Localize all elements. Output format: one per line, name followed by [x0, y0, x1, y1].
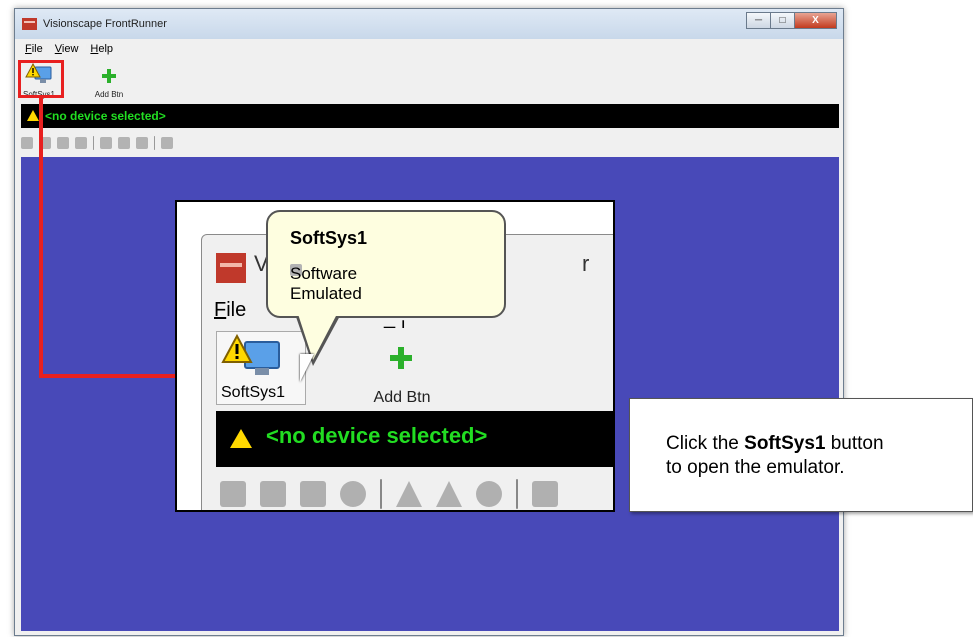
- tooltip: SoftSys1 Software Emulated: [266, 210, 506, 318]
- plus-icon: [390, 347, 412, 369]
- chip-icon[interactable]: [75, 137, 87, 149]
- minimize-button[interactable]: ─: [746, 12, 771, 29]
- zoom-title-fragment-right: r: [582, 251, 590, 276]
- chip-icon[interactable]: [340, 481, 366, 507]
- properties-icon[interactable]: [532, 481, 558, 507]
- mouse-cursor-icon: [300, 354, 314, 382]
- new-icon[interactable]: [220, 481, 246, 507]
- instruction-callout: Click the SoftSys1 button to open the em…: [629, 398, 973, 512]
- zoom-softsys1-label: SoftSys1: [221, 384, 286, 401]
- menu-file[interactable]: File: [25, 43, 43, 59]
- instruction-prefix: Click the: [666, 433, 745, 454]
- title-bar: Visionscape FrontRunner ─ □ X: [15, 9, 843, 39]
- instruction-bold: SoftSys1: [744, 433, 826, 454]
- stop-icon[interactable]: [57, 137, 69, 149]
- add-btn-label: Add Btn: [94, 90, 124, 99]
- action-toolbar: [21, 133, 179, 153]
- toolbar-separator: [380, 479, 382, 509]
- warning-monitor-icon: [221, 334, 280, 375]
- toolbar-separator: [93, 136, 94, 150]
- highlight-box: [18, 60, 64, 98]
- arrow-horizontal: [39, 374, 179, 378]
- zoom-add-btn-label: Add Btn: [373, 389, 431, 406]
- zoom-add-btn-button[interactable]: Add Btn: [362, 347, 442, 407]
- upload-icon[interactable]: [100, 137, 112, 149]
- toolbar-separator: [154, 136, 155, 150]
- window-controls: ─ □ X: [746, 12, 837, 29]
- instruction-suffix: button: [825, 433, 884, 454]
- menu-view[interactable]: View: [55, 43, 79, 59]
- device-status-text: <no device selected>: [45, 109, 166, 123]
- octagon-icon[interactable]: [136, 137, 148, 149]
- warning-icon: [230, 429, 252, 448]
- toolbar-separator: [516, 479, 518, 509]
- upload-icon[interactable]: [396, 481, 422, 507]
- instruction-line-2: to open the emulator.: [666, 457, 845, 478]
- device-status-bar: <no device selected>: [21, 104, 839, 128]
- zoom-status-bar: <no device selected>: [216, 411, 613, 467]
- close-button[interactable]: X: [794, 12, 837, 29]
- tooltip-title: SoftSys1: [290, 228, 368, 248]
- plus-icon: [102, 69, 116, 83]
- zoom-action-toolbar: [220, 479, 572, 509]
- maximize-button[interactable]: □: [770, 12, 795, 29]
- zoom-menu-file[interactable]: File: [214, 299, 246, 322]
- menu-bar: File View Help: [15, 43, 117, 59]
- zoom-status-text: <no device selected>: [266, 423, 488, 448]
- download-icon[interactable]: [436, 481, 462, 507]
- open-icon[interactable]: [260, 481, 286, 507]
- device-toolbar: SoftSys1 Add Btn: [15, 61, 843, 103]
- menu-help[interactable]: Help: [90, 43, 113, 59]
- app-icon: [22, 18, 37, 30]
- instruction-line-1: Click the SoftSys1 button: [666, 433, 884, 455]
- tooltip-subtitle: Software Emulated: [290, 264, 362, 303]
- octagon-icon[interactable]: [476, 481, 502, 507]
- download-icon[interactable]: [118, 137, 130, 149]
- new-icon[interactable]: [21, 137, 33, 149]
- properties-icon[interactable]: [161, 137, 173, 149]
- window-title: Visionscape FrontRunner: [43, 18, 167, 30]
- app-icon: [216, 253, 246, 283]
- stop-icon[interactable]: [300, 481, 326, 507]
- warning-icon: [27, 110, 39, 121]
- arrow-vertical: [39, 98, 43, 378]
- add-btn-button[interactable]: Add Btn: [89, 61, 129, 101]
- zoom-softsys1-button[interactable]: SoftSys1: [216, 331, 306, 405]
